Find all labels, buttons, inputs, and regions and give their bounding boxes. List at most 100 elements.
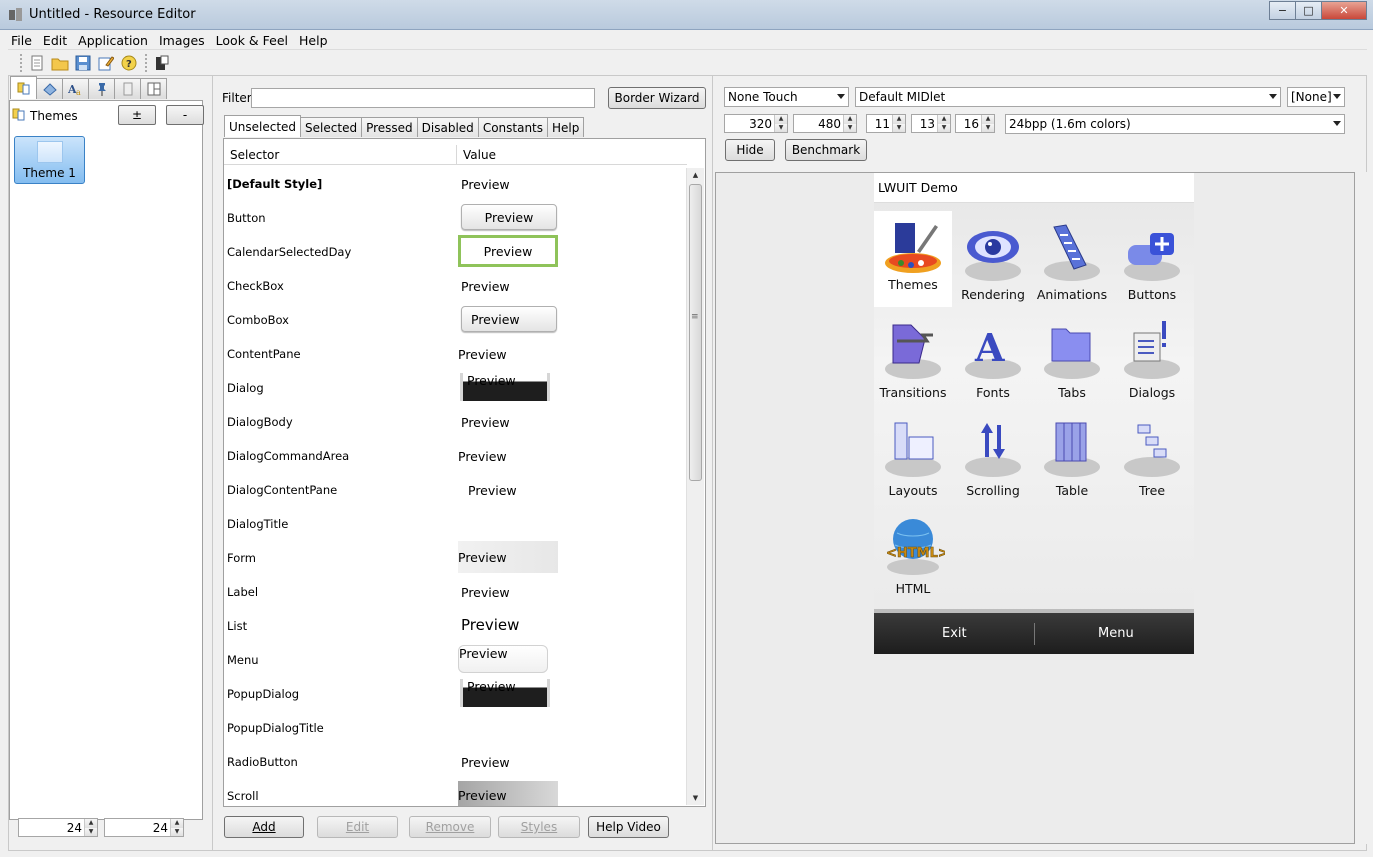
exit-softkey[interactable]: Exit (942, 626, 967, 641)
border-wizard-button[interactable]: Border Wizard (608, 87, 706, 109)
edit-icon[interactable] (97, 54, 115, 72)
app-tabs[interactable]: Tabs (1033, 319, 1111, 400)
spinner-up-icon[interactable]: ▲ (893, 115, 905, 124)
spinner-up-icon[interactable]: ▲ (775, 115, 787, 124)
table-row[interactable]: RadioButton Preview (224, 744, 687, 778)
filter-input[interactable] (251, 88, 595, 108)
tab-unselected[interactable]: Unselected (224, 115, 302, 137)
table-row[interactable]: DialogTitle (224, 506, 687, 540)
screen-height-spinner[interactable]: 480 ▲ ▼ (793, 114, 857, 133)
table-row[interactable]: Dialog Preview (224, 370, 687, 404)
icon-width-spinner[interactable]: 24 ▲ ▼ (18, 818, 98, 837)
scroll-up-icon[interactable]: ▲ (687, 168, 704, 182)
menu-images[interactable]: Images (159, 33, 205, 48)
benchmark-button[interactable]: Benchmark (785, 139, 867, 161)
app-tree[interactable]: Tree (1113, 417, 1191, 498)
hide-button[interactable]: Hide (725, 139, 775, 161)
table-row[interactable]: Menu Preview (224, 642, 687, 676)
tab-localization[interactable] (88, 78, 115, 99)
small-font-spinner[interactable]: 11 ▲ ▼ (866, 114, 906, 133)
table-row[interactable]: PopupDialogTitle (224, 710, 687, 744)
app-dialogs[interactable]: Dialogs (1113, 319, 1191, 400)
add-theme-button[interactable]: ± (118, 105, 156, 125)
menu-edit[interactable]: Edit (43, 33, 67, 48)
spinner-up-icon[interactable]: ▲ (844, 115, 856, 124)
app-themes[interactable]: Themes (874, 211, 952, 307)
app-layouts[interactable]: Layouts (874, 417, 952, 498)
table-row[interactable]: CheckBox Preview (224, 268, 687, 302)
help-video-button[interactable]: Help Video (588, 816, 669, 838)
table-row[interactable]: Button Preview (224, 200, 687, 234)
maximize-button[interactable]: □ (1295, 1, 1322, 20)
spinner-down-icon[interactable]: ▼ (775, 123, 787, 132)
table-row[interactable]: DialogBody Preview (224, 404, 687, 438)
tab-help[interactable]: Help (547, 117, 585, 137)
color-depth-select[interactable]: 24bpp (1.6m colors) (1005, 114, 1345, 134)
table-row[interactable]: [Default Style] Preview (224, 166, 687, 200)
spinner-up-icon[interactable]: ▲ (938, 115, 950, 124)
app-html[interactable]: <HTML> HTML (874, 515, 952, 596)
none-select[interactable]: [None] (1287, 87, 1345, 107)
tab-pressed[interactable]: Pressed (361, 117, 418, 137)
table-row[interactable]: Form Preview (224, 540, 687, 574)
app-fonts[interactable]: A Fonts (954, 319, 1032, 400)
table-scrollbar[interactable]: ▲ ≡ ▼ (686, 168, 704, 805)
menu-softkey[interactable]: Menu (1098, 626, 1134, 641)
tab-themes[interactable] (10, 76, 37, 99)
splitter-right[interactable] (712, 76, 713, 850)
midlet-select[interactable]: Default MIDlet (855, 87, 1281, 107)
scroll-down-icon[interactable]: ▼ (687, 791, 704, 805)
tab-data[interactable] (114, 78, 141, 99)
spinner-down-icon[interactable]: ▼ (893, 123, 905, 132)
menu-file[interactable]: File (11, 33, 32, 48)
tab-selected[interactable]: Selected (300, 117, 363, 137)
table-row[interactable]: ComboBox Preview (224, 302, 687, 336)
exit-icon[interactable] (153, 54, 171, 72)
app-transitions[interactable]: Transitions (874, 319, 952, 400)
tab-fonts[interactable]: Aa (62, 78, 89, 99)
large-font-spinner[interactable]: 16 ▲ ▼ (955, 114, 995, 133)
icon-height-spinner[interactable]: 24 ▲ ▼ (104, 818, 184, 837)
menu-help[interactable]: Help (299, 33, 328, 48)
splitter-left[interactable] (212, 76, 213, 850)
close-button[interactable]: ✕ (1321, 1, 1367, 20)
save-icon[interactable] (74, 54, 92, 72)
table-row[interactable]: Scroll Preview (224, 778, 687, 806)
tab-ui-builder[interactable] (140, 78, 167, 99)
new-icon[interactable] (28, 54, 46, 72)
tab-images[interactable] (36, 78, 63, 99)
table-row[interactable]: CalendarSelectedDay Preview (224, 234, 687, 268)
add-button[interactable]: Add (224, 816, 304, 838)
spinner-up-icon[interactable]: ▲ (85, 819, 97, 828)
minimize-button[interactable]: − (1269, 1, 1296, 20)
table-row[interactable]: DialogCommandArea Preview (224, 438, 687, 472)
screen-width-spinner[interactable]: 320 ▲ ▼ (724, 114, 788, 133)
column-value[interactable]: Value (457, 145, 496, 164)
menu-application[interactable]: Application (78, 33, 148, 48)
device-select[interactable]: None Touch (724, 87, 849, 107)
spinner-down-icon[interactable]: ▼ (982, 123, 994, 132)
table-row[interactable]: DialogContentPane Preview (224, 472, 687, 506)
right-scrollbar[interactable] (1356, 172, 1367, 844)
scroll-thumb[interactable] (689, 184, 702, 481)
remove-theme-button[interactable]: - (166, 105, 204, 125)
spinner-down-icon[interactable]: ▼ (938, 123, 950, 132)
help-icon[interactable]: ? (120, 54, 138, 72)
app-rendering[interactable]: Rendering (954, 221, 1032, 302)
spinner-down-icon[interactable]: ▼ (85, 827, 97, 836)
table-row[interactable]: Label Preview (224, 574, 687, 608)
spinner-down-icon[interactable]: ▼ (844, 123, 856, 132)
app-scrolling[interactable]: Scrolling (954, 417, 1032, 498)
open-icon[interactable] (51, 54, 69, 72)
spinner-up-icon[interactable]: ▲ (171, 819, 183, 828)
app-animations[interactable]: Animations (1033, 221, 1111, 302)
table-row[interactable]: List Preview (224, 608, 687, 642)
menu-look-and-feel[interactable]: Look & Feel (216, 33, 288, 48)
app-buttons[interactable]: Buttons (1113, 221, 1191, 302)
table-row[interactable]: PopupDialog Preview (224, 676, 687, 710)
column-selector[interactable]: Selector (224, 145, 457, 164)
tab-constants[interactable]: Constants (477, 117, 549, 137)
theme-item[interactable]: Theme 1 (14, 136, 85, 184)
medium-font-spinner[interactable]: 13 ▲ ▼ (911, 114, 951, 133)
tab-disabled[interactable]: Disabled (416, 117, 479, 137)
